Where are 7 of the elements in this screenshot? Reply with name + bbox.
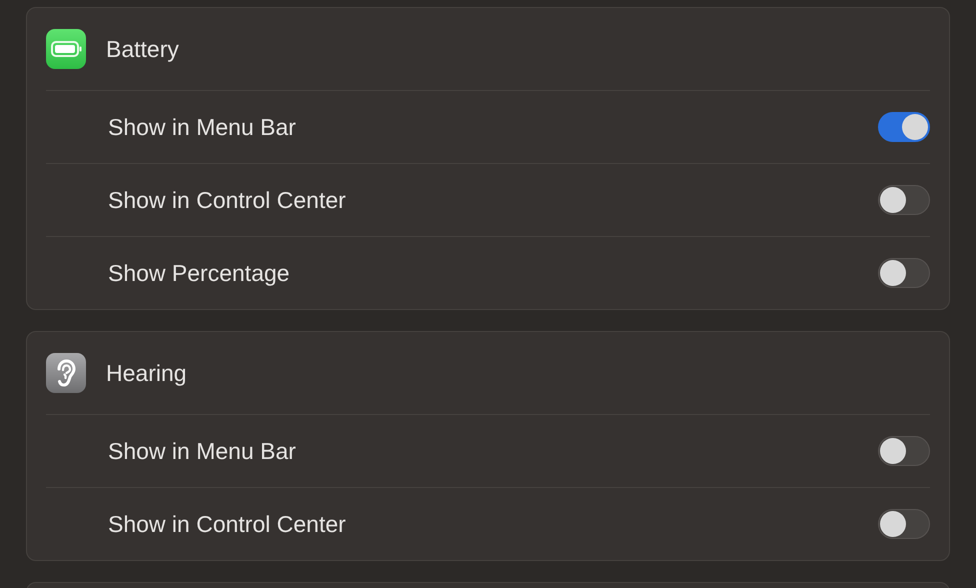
setting-label: Show in Menu Bar: [108, 436, 296, 466]
setting-label: Show in Control Center: [108, 510, 346, 539]
setting-label: Show in Control Center: [108, 186, 346, 215]
setting-label: Show in Menu Bar: [108, 112, 296, 142]
section-title: Hearing: [106, 358, 187, 388]
setting-label: Show Percentage: [108, 258, 290, 288]
section-title: Battery: [106, 34, 179, 64]
